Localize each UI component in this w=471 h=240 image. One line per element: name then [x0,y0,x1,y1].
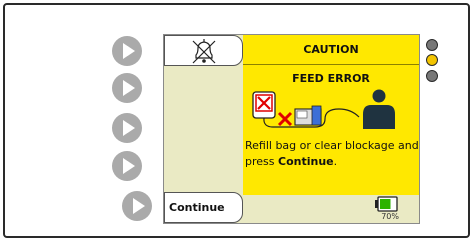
alert-panel: CAUTION FEED ERROR Refill bag or clear b… [243,35,419,195]
led-top [426,39,438,51]
continue-label: Continue [169,201,225,214]
alert-message-suffix: . [333,155,338,168]
softkey-continue-button[interactable] [122,191,152,221]
battery-percent: 70% [381,212,399,221]
softkey-3-button[interactable] [112,113,142,143]
continue-tab[interactable]: Continue [164,192,243,223]
alarm-silence-tab[interactable] [164,35,243,66]
alert-title: FEED ERROR [292,72,370,85]
alert-divider [243,64,419,65]
led-middle [426,54,438,66]
alert-level-label: CAUTION [303,43,359,56]
softkey-2-button[interactable] [112,73,142,103]
led-bottom [426,70,438,82]
device-screen: CAUTION FEED ERROR Refill bag or clear b… [163,34,420,224]
status-bar: 70% [243,195,419,223]
alert-message: Refill bag or clear blockage and press C… [245,138,419,170]
bag-blocked-pump-patient-icon [252,89,395,129]
alert-message-action: Continue [278,155,334,168]
battery-icon [375,196,398,212]
softkey-4-button[interactable] [112,151,142,181]
device-frame: CAUTION FEED ERROR Refill bag or clear b… [3,3,470,238]
bell-crossed-icon [192,39,216,64]
softkey-1-button[interactable] [112,36,142,66]
